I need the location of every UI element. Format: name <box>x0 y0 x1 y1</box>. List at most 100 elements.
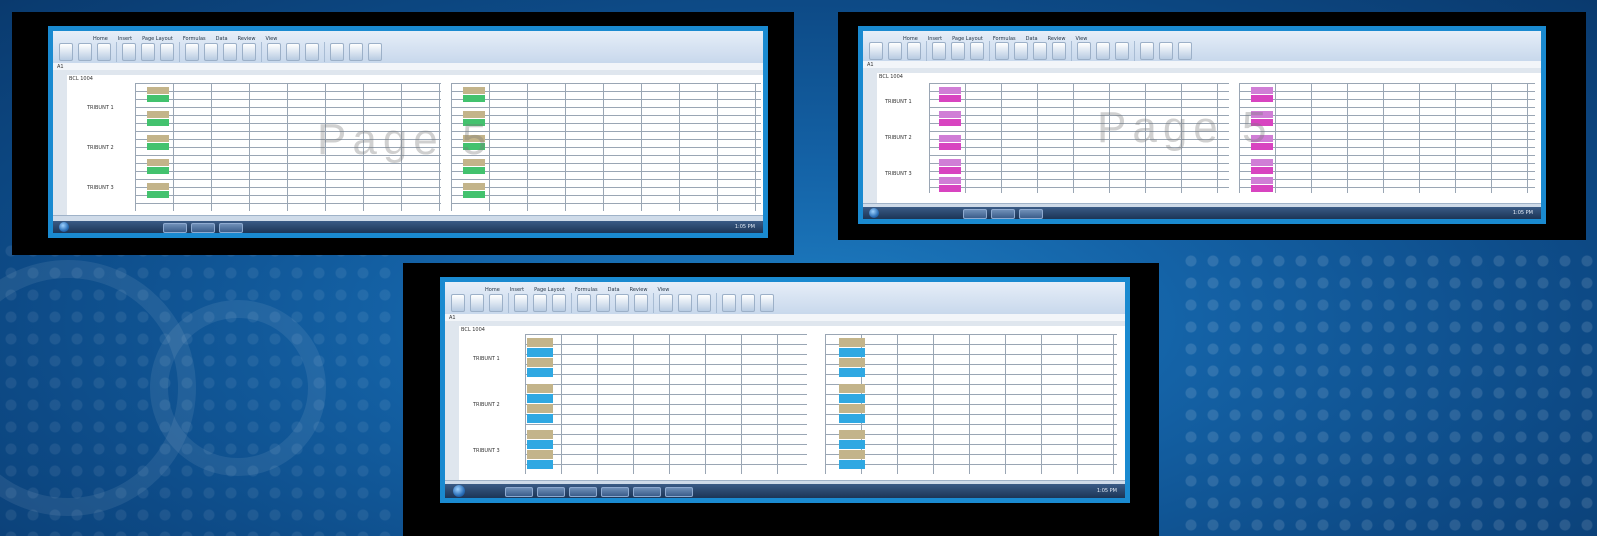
ribbon-tab[interactable]: View <box>265 35 277 43</box>
table-grid-right[interactable] <box>825 334 1117 474</box>
ribbon-tab[interactable]: Home <box>93 35 108 43</box>
delete-icon[interactable] <box>286 42 300 61</box>
cell-styles-icon[interactable] <box>634 293 648 312</box>
ribbon-tab[interactable]: Page Layout <box>142 35 173 43</box>
conditional-format-icon[interactable] <box>596 293 610 312</box>
ribbon-tab[interactable]: Data <box>216 35 228 43</box>
taskbar-app-button[interactable] <box>537 487 565 497</box>
sheet-title: BCL 1004 <box>69 76 93 82</box>
find-select-icon[interactable] <box>760 293 774 312</box>
delete-icon[interactable] <box>1096 41 1110 60</box>
taskbar-app-button[interactable] <box>963 209 987 219</box>
row-tag-cell <box>1251 167 1273 174</box>
ribbon-tab[interactable]: Home <box>485 286 500 294</box>
ribbon-tab[interactable]: Formulas <box>575 286 598 294</box>
taskbar-app-button[interactable] <box>991 209 1015 219</box>
merge-icon[interactable] <box>552 293 566 312</box>
autosum-icon[interactable] <box>330 42 344 61</box>
insert-icon[interactable] <box>659 293 673 312</box>
paste-icon[interactable] <box>59 42 73 61</box>
ribbon-tab[interactable]: Review <box>238 35 256 43</box>
find-select-icon[interactable] <box>1178 41 1192 60</box>
taskbar-app-button[interactable] <box>1019 209 1043 219</box>
sort-filter-icon[interactable] <box>1159 41 1173 60</box>
ribbon-tab[interactable]: Review <box>630 286 648 294</box>
sort-filter-icon[interactable] <box>349 42 363 61</box>
start-button-icon[interactable] <box>453 485 465 497</box>
format-table-icon[interactable] <box>1033 41 1047 60</box>
background-dots <box>0 240 400 536</box>
insert-icon[interactable] <box>1077 41 1091 60</box>
table-grid-right[interactable] <box>1239 83 1535 193</box>
sort-filter-icon[interactable] <box>741 293 755 312</box>
conditional-format-icon[interactable] <box>1014 41 1028 60</box>
font-icon[interactable] <box>78 42 92 61</box>
format-icon[interactable] <box>1115 41 1129 60</box>
page-watermark: Page 5 <box>317 115 493 164</box>
section-label: TRIBUNT 3 <box>473 448 500 454</box>
ribbon-divider <box>716 292 717 313</box>
number-format-icon[interactable] <box>577 293 591 312</box>
find-select-icon[interactable] <box>368 42 382 61</box>
table-grid-left[interactable] <box>525 334 807 474</box>
format-table-icon[interactable] <box>223 42 237 61</box>
align-icon[interactable] <box>932 41 946 60</box>
number-format-icon[interactable] <box>185 42 199 61</box>
taskbar-app-button[interactable] <box>505 487 533 497</box>
ribbon-tab[interactable]: Insert <box>510 286 524 294</box>
taskbar-app-button[interactable] <box>219 223 243 233</box>
wrap-text-icon[interactable] <box>951 41 965 60</box>
cell-styles-icon[interactable] <box>1052 41 1066 60</box>
ribbon-tab[interactable]: Data <box>608 286 620 294</box>
paste-icon[interactable] <box>451 293 465 312</box>
ribbon-tab[interactable]: Formulas <box>183 35 206 43</box>
start-button-icon[interactable] <box>59 222 69 232</box>
number-format-icon[interactable] <box>995 41 1009 60</box>
taskbar-clock: 1:05 PM <box>1512 210 1533 216</box>
worksheet[interactable]: BCL 1004 TRIBUNT 1 TRIBUNT 2 TRIBUNT 3 <box>877 73 1541 203</box>
sheet-title: BCL 1004 <box>879 74 903 80</box>
row-tag-cell <box>1251 87 1273 94</box>
taskbar-app-button[interactable] <box>163 223 187 233</box>
delete-icon[interactable] <box>678 293 692 312</box>
row-tag-cell <box>147 167 169 174</box>
start-button-icon[interactable] <box>869 208 879 218</box>
taskbar-app-button[interactable] <box>601 487 629 497</box>
autosum-icon[interactable] <box>722 293 736 312</box>
taskbar-app-button[interactable] <box>569 487 597 497</box>
bold-icon[interactable] <box>97 42 111 61</box>
row-tag-cell <box>147 111 169 118</box>
cell-styles-icon[interactable] <box>242 42 256 61</box>
merge-icon[interactable] <box>160 42 174 61</box>
align-icon[interactable] <box>122 42 136 61</box>
row-tag-cell <box>147 159 169 166</box>
bold-icon[interactable] <box>489 293 503 312</box>
format-icon[interactable] <box>697 293 711 312</box>
wrap-text-icon[interactable] <box>533 293 547 312</box>
insert-icon[interactable] <box>267 42 281 61</box>
paste-icon[interactable] <box>869 41 883 60</box>
bold-icon[interactable] <box>907 41 921 60</box>
excel-window-left: Home Insert Page Layout Formulas Data Re… <box>48 26 768 238</box>
format-icon[interactable] <box>305 42 319 61</box>
taskbar-app-button[interactable] <box>191 223 215 233</box>
table-grid-right[interactable] <box>451 83 761 211</box>
format-table-icon[interactable] <box>615 293 629 312</box>
ribbon-tab[interactable]: Insert <box>118 35 132 43</box>
taskbar-app-button[interactable] <box>665 487 693 497</box>
align-icon[interactable] <box>514 293 528 312</box>
autosum-icon[interactable] <box>1140 41 1154 60</box>
font-icon[interactable] <box>470 293 484 312</box>
worksheet[interactable]: BCL 1004 TRIBUNT 1 TRIBUNT 2 TRIBUNT 3 <box>459 326 1125 480</box>
ribbon-tab[interactable]: View <box>657 286 669 294</box>
ribbon: Home Insert Page Layout Formulas Data Re… <box>445 282 1125 315</box>
worksheet[interactable]: BCL 1004 TRIBUNT 1 TRIBUNT 2 TRIBUNT 3 <box>67 75 763 215</box>
conditional-format-icon[interactable] <box>204 42 218 61</box>
font-icon[interactable] <box>888 41 902 60</box>
row-tag-cell <box>147 119 169 126</box>
taskbar-app-button[interactable] <box>633 487 661 497</box>
screenshot-frame-bottom: Home Insert Page Layout Formulas Data Re… <box>403 263 1159 536</box>
merge-icon[interactable] <box>970 41 984 60</box>
wrap-text-icon[interactable] <box>141 42 155 61</box>
ribbon-tab[interactable]: Page Layout <box>534 286 565 294</box>
